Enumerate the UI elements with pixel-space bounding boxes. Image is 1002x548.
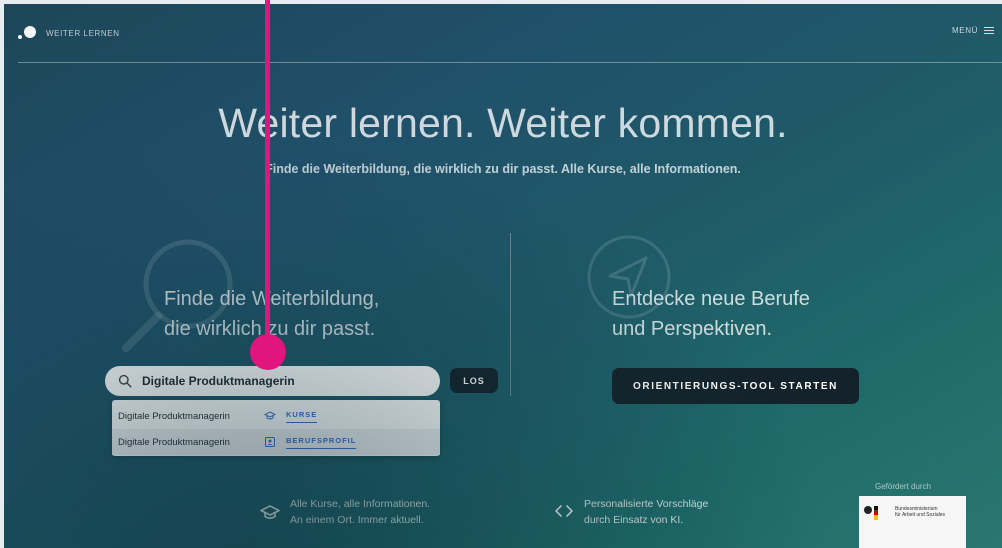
feature-line-1: Alle Kurse, alle Informationen. [290, 498, 431, 510]
feature-item: Personalisierte Vorschläge durch Einsatz… [554, 496, 708, 528]
feature-line-2: durch Einsatz von KI. [584, 514, 684, 526]
eagle-icon [864, 506, 872, 514]
feature-item: Alle Kurse, alle Informationen. An einem… [260, 496, 430, 528]
page-background: WEITER LERNEN MENÜ Weiter lernen. Weiter… [4, 4, 1002, 548]
feature-line-1: Personalisierte Vorschläge [584, 498, 709, 510]
suggestion-tag-kurse[interactable]: KURSE [286, 410, 318, 423]
search-input-value[interactable]: Digitale Produktmanagerin [142, 374, 295, 388]
profile-card-icon [265, 437, 275, 447]
feature-line-2: An einem Ort. Immer aktuell. [290, 514, 424, 526]
site-logo[interactable]: WEITER LERNEN [18, 26, 120, 40]
search-input[interactable]: Digitale Produktmanagerin [105, 366, 440, 396]
hero-subtitle: Finde die Weiterbildung, die wirklich zu… [265, 162, 741, 176]
search-heading-line-1: Finde die Weiterbildung, [164, 288, 380, 310]
logo-mark-icon [18, 26, 38, 40]
pointer-indicator [250, 334, 286, 370]
feature-text: Personalisierte Vorschläge durch Einsatz… [584, 496, 708, 528]
german-flag-icon [874, 506, 878, 520]
search-submit-button[interactable]: LOS [450, 368, 498, 393]
logo-text: WEITER LERNEN [46, 28, 120, 38]
orientation-heading-line-1: Entdecke neue Berufe [612, 288, 810, 310]
pointer-line [265, 0, 270, 352]
suggestion-item[interactable]: Digitale Produktmanagerin BERUFSPROFIL [112, 429, 440, 455]
orientation-tool-button[interactable]: ORIENTIERUNGS-TOOL STARTEN [612, 368, 859, 404]
sponsor-logo[interactable]: Bundesministerium für Arbeit und Soziale… [859, 496, 966, 548]
header-divider [18, 62, 1002, 63]
suggestion-label: Digitale Produktmanagerin [118, 436, 230, 448]
suggestion-item[interactable]: Digitale Produktmanagerin KURSE [112, 403, 440, 429]
orientation-heading-line-2: und Perspektiven. [612, 318, 773, 340]
column-divider [510, 233, 511, 396]
menu-button[interactable]: MENÜ [952, 26, 994, 35]
sponsor-line-2: für Arbeit und Soziales [895, 512, 946, 518]
hero-title: Weiter lernen. Weiter kommen. [218, 100, 788, 146]
feature-text: Alle Kurse, alle Informationen. An einem… [290, 496, 430, 528]
suggestion-label: Digitale Produktmanagerin [118, 410, 230, 422]
code-brackets-icon [555, 505, 573, 517]
suggestion-tag-berufsprofil[interactable]: BERUFSPROFIL [286, 436, 357, 449]
hamburger-icon [984, 26, 994, 35]
graduation-cap-icon [264, 411, 276, 420]
search-icon [118, 374, 132, 388]
sponsor-label: Gefördert durch [875, 482, 932, 491]
orientation-section-heading: Entdecke neue Berufe und Perspektiven. [612, 284, 810, 344]
sponsor-logo-text: Bundesministerium für Arbeit und Soziale… [895, 506, 945, 518]
autocomplete-dropdown: Digitale Produktmanagerin KURSE Digitale… [112, 400, 440, 456]
graduation-cap-icon [260, 505, 280, 520]
menu-label: MENÜ [952, 26, 978, 35]
